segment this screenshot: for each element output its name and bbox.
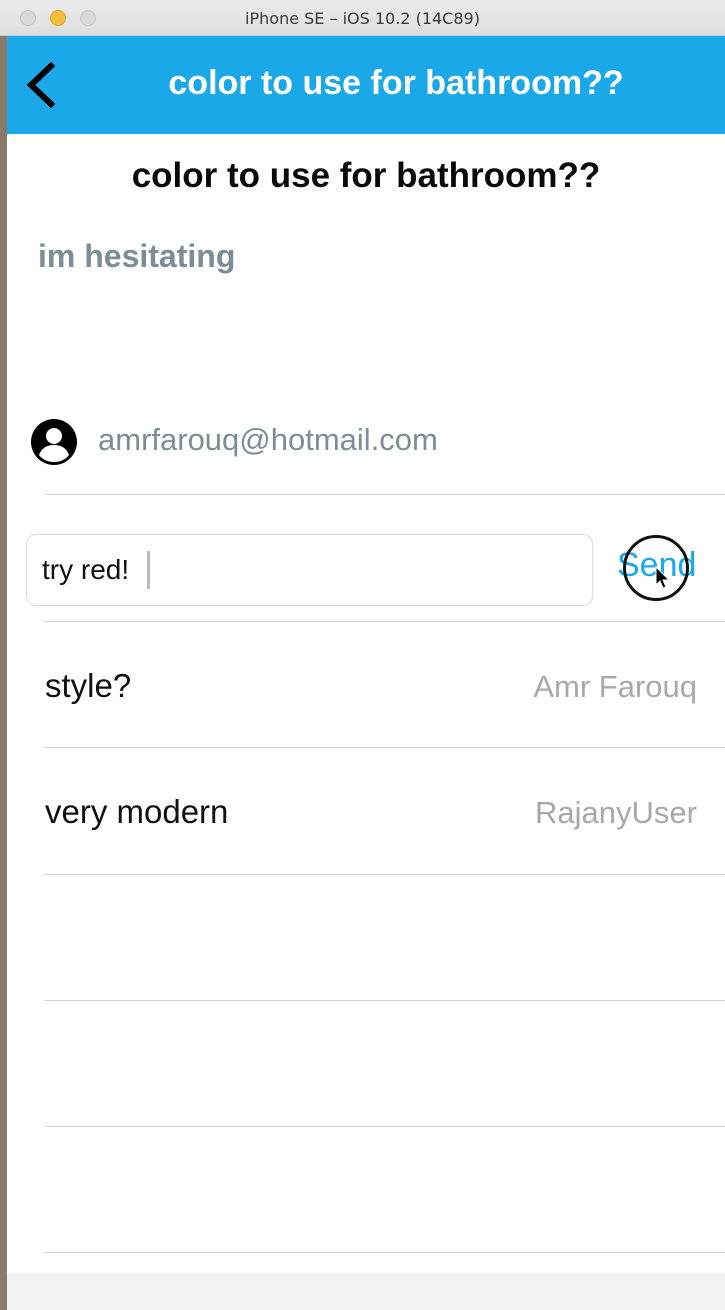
comment-author: RajanyUser [535,795,697,830]
simulator-title-bar: iPhone SE – iOS 10.2 (14C89) [0,0,725,36]
comment-text: very modern [45,793,229,830]
user-circle-icon [31,419,77,465]
divider [44,1252,725,1253]
back-button[interactable] [21,60,61,110]
empty-row [7,874,725,1000]
chevron-left-icon [26,61,56,109]
window-title: iPhone SE – iOS 10.2 (14C89) [245,9,480,28]
post-author-row: amrfarouq@hotmail.com [7,406,725,496]
bottom-bar [7,1273,725,1310]
send-button[interactable]: Send [617,546,696,585]
author-email: amrfarouq@hotmail.com [98,422,438,457]
window-edge [0,36,7,1310]
nav-title: color to use for bathroom?? [168,64,624,102]
post-body: im hesitating [38,238,236,274]
comment-author: Amr Farouq [533,669,697,704]
app-screen: color to use for bathroom?? color to use… [7,36,725,1310]
reply-input[interactable] [26,534,593,606]
comment-row[interactable]: very modern RajanyUser [7,747,725,873]
divider [44,494,725,495]
text-caret [147,551,150,589]
comment-text: style? [45,667,132,704]
post-title: color to use for bathroom?? [131,156,601,195]
navigation-bar: color to use for bathroom?? [7,36,725,134]
comment-row[interactable]: style? Amr Farouq [7,621,725,747]
empty-row [7,1000,725,1126]
empty-row [7,1126,725,1252]
